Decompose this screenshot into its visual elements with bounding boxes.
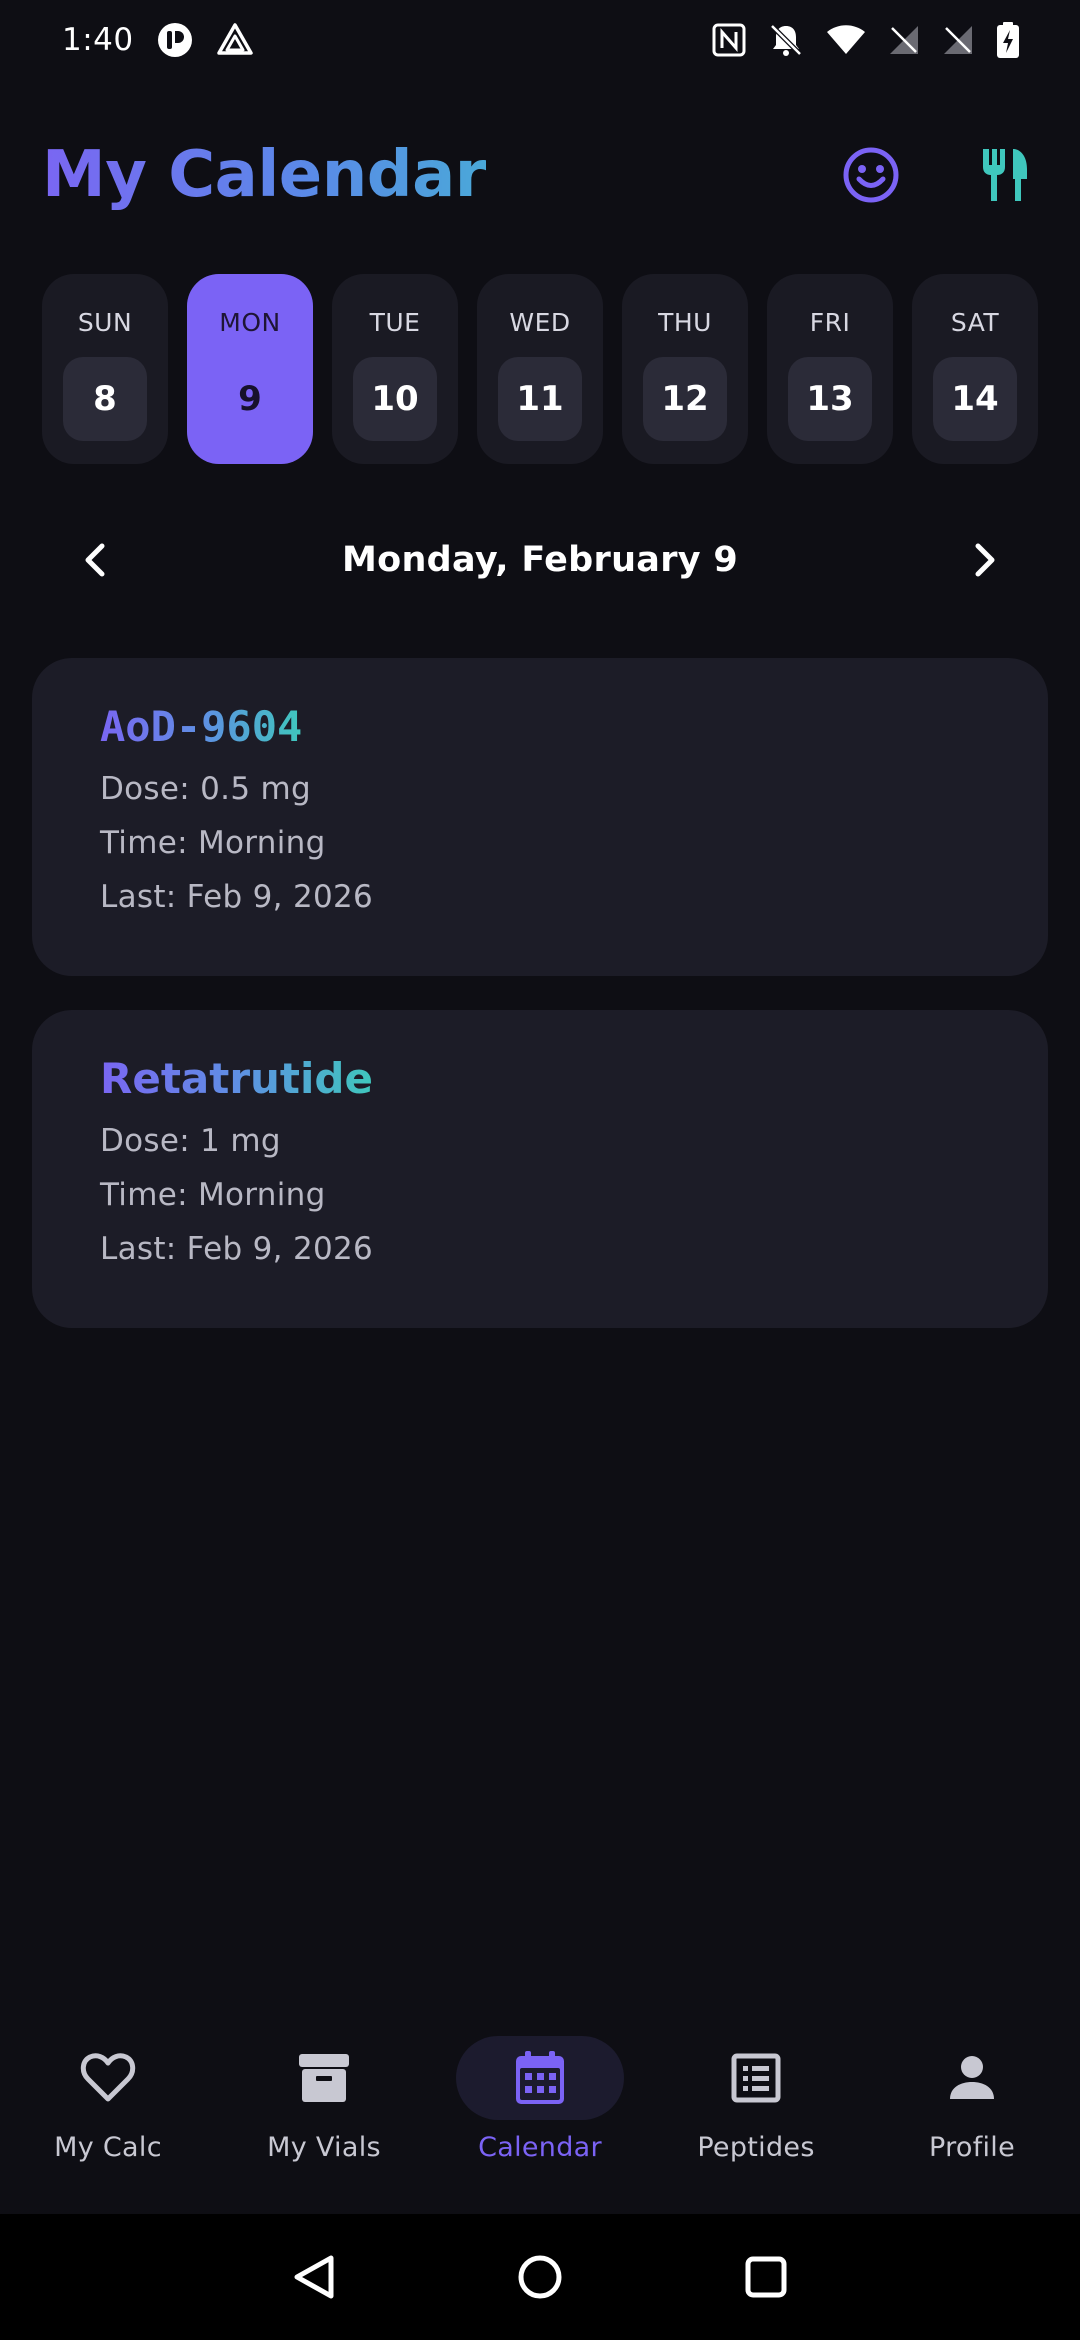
fork-knife-icon — [983, 149, 1027, 201]
bell-muted-icon — [770, 24, 802, 56]
nav-label: Calendar — [478, 2132, 602, 2163]
nav-my-vials[interactable]: My Vials — [224, 2024, 424, 2163]
day-name: FRI — [809, 308, 851, 337]
peptide-name: AoD-9604 — [100, 702, 303, 751]
nav-profile[interactable]: Profile — [872, 2024, 1072, 2163]
wifi-icon — [827, 25, 865, 54]
smiley-icon — [843, 147, 899, 203]
day-sat[interactable]: SAT 14 — [912, 274, 1038, 464]
day-name: MON — [219, 308, 281, 337]
person-icon — [950, 2056, 994, 2099]
time-text: Time: Morning — [100, 825, 326, 861]
status-time: 1:40 — [62, 22, 134, 58]
page-title: My Calendar — [42, 138, 486, 212]
nav-icon-container — [672, 2036, 840, 2120]
nav-icon-container — [24, 2036, 192, 2120]
system-home-button[interactable] — [512, 2249, 568, 2305]
day-wed[interactable]: WED 11 — [477, 274, 603, 464]
header-actions — [838, 142, 1038, 208]
dose-card[interactable]: AoD-9604 Dose: 0.5 mg Time: Morning Last… — [32, 658, 1048, 976]
heart-icon — [80, 2053, 136, 2102]
no-signal-icon — [890, 26, 918, 54]
bottom-navigation: My Calc My Vials Calendar Peptides Profi… — [0, 2024, 1080, 2214]
peptide-name: Retatrutide — [100, 1054, 373, 1103]
back-triangle-icon — [294, 2255, 334, 2299]
system-back-button[interactable] — [286, 2249, 342, 2305]
week-strip: SUN 8 MON 9 TUE 10 WED 11 THU 12 FRI 13 … — [42, 274, 1038, 464]
day-number: 12 — [643, 357, 727, 441]
nav-my-calc[interactable]: My Calc — [8, 2024, 208, 2163]
chevron-left-icon — [85, 543, 105, 577]
mood-button[interactable] — [838, 142, 904, 208]
current-date-label: Monday, February 9 — [341, 540, 739, 580]
nav-icon-container — [456, 2036, 624, 2120]
archive-box-icon — [299, 2054, 349, 2102]
status-left: 1:40 — [62, 21, 254, 59]
nav-peptides[interactable]: Peptides — [656, 2024, 856, 2163]
day-tue[interactable]: TUE 10 — [332, 274, 458, 464]
day-number: 14 — [933, 357, 1017, 441]
nav-label: My Calc — [54, 2132, 162, 2163]
battery-charging-icon — [997, 22, 1019, 58]
status-right — [712, 21, 1020, 59]
last-dose-text: Last: Feb 9, 2026 — [100, 1231, 374, 1267]
calendar-screen: 1:40 My Calendar SUN 8 MON 9 TUE 10 WED … — [0, 0, 1080, 2340]
day-name: SUN — [77, 308, 133, 337]
nav-label: My Vials — [267, 2132, 381, 2163]
dose-text: Dose: 0.5 mg — [100, 771, 311, 807]
day-number: 9 — [238, 379, 262, 419]
day-name: WED — [509, 308, 571, 337]
header: My Calendar — [42, 130, 1038, 220]
day-fri[interactable]: FRI 13 — [767, 274, 893, 464]
dose-text: Dose: 1 mg — [100, 1123, 281, 1159]
time-text: Time: Morning — [100, 1177, 326, 1213]
system-recents-button[interactable] — [738, 2249, 794, 2305]
day-thu[interactable]: THU 12 — [622, 274, 748, 464]
day-number: 10 — [353, 357, 437, 441]
nav-icon-container — [888, 2036, 1056, 2120]
last-dose-text: Last: Feb 9, 2026 — [100, 879, 374, 915]
next-day-button[interactable] — [950, 525, 1020, 595]
day-name: THU — [658, 308, 712, 337]
day-number: 13 — [788, 357, 872, 441]
nav-label: Peptides — [697, 2132, 815, 2163]
app-notification-icon — [157, 23, 192, 57]
nav-icon-container — [240, 2036, 408, 2120]
previous-day-button[interactable] — [60, 525, 130, 595]
home-circle-icon — [518, 2255, 562, 2299]
drive-icon — [216, 23, 253, 55]
day-name: TUE — [369, 308, 421, 337]
chevron-right-icon — [975, 543, 995, 577]
day-name: SAT — [950, 308, 1000, 337]
meals-button[interactable] — [972, 142, 1038, 208]
recents-square-icon — [745, 2256, 787, 2298]
day-mon[interactable]: MON 9 — [187, 274, 313, 464]
calendar-icon — [516, 2051, 564, 2104]
day-sun[interactable]: SUN 8 — [42, 274, 168, 464]
day-number: 11 — [498, 357, 582, 441]
system-navigation-bar — [0, 2214, 1080, 2340]
nav-calendar[interactable]: Calendar — [440, 2024, 640, 2163]
no-signal-icon — [944, 26, 972, 54]
dose-card[interactable]: Retatrutide Dose: 1 mg Time: Morning Las… — [32, 1010, 1048, 1328]
date-navigator: Monday, February 9 — [60, 520, 1020, 600]
status-bar: 1:40 — [0, 0, 1080, 80]
list-icon — [731, 2053, 781, 2103]
nfc-icon — [712, 23, 746, 57]
day-number: 8 — [63, 357, 147, 441]
nav-label: Profile — [928, 2132, 1016, 2163]
